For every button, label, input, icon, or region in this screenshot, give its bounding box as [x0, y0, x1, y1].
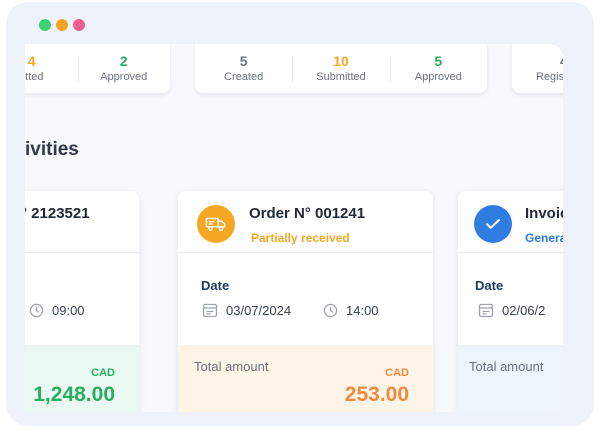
status-badge: Genera [525, 231, 563, 245]
card-title: Invoic [525, 205, 563, 222]
card-date: 03/07/2024 [202, 303, 291, 318]
stats-group-3: 4 Regis [512, 44, 563, 93]
card-header: ° 2123521 [25, 191, 139, 253]
total-label: Total amount [469, 359, 544, 374]
card-time: 14:00 [323, 303, 379, 318]
window-controls [39, 19, 85, 31]
card-header: Invoic Genera [458, 191, 563, 253]
activity-card-order[interactable]: Order N° 001241 Partially received Date … [178, 191, 433, 412]
card-date: 02/06/2 [478, 303, 545, 318]
card-amount: 1,248.00 [33, 383, 115, 406]
card-currency: CAD [91, 367, 115, 379]
card-title: Order N° 001241 [249, 205, 366, 222]
card-footer: Total amount CAD 253.00 [178, 345, 433, 412]
card-title: ° 2123521 [25, 205, 90, 222]
card-header: Order N° 001241 Partially received [178, 191, 433, 253]
card-footer: Total amount [458, 345, 563, 412]
stats-group-1: 4 mitted 2 Approved [25, 44, 170, 93]
section-title: ivities [25, 139, 79, 160]
date-label: Date [475, 278, 504, 293]
stat-submitted[interactable]: 4 mitted [25, 52, 78, 85]
status-badge: Partially received [251, 231, 350, 245]
card-amount: 253.00 [344, 383, 409, 406]
calendar-icon [202, 303, 218, 318]
pink-dot-icon[interactable] [73, 19, 85, 31]
activity-card-invoice[interactable]: Invoic Genera Date 02/06/2 Total amount [458, 191, 563, 412]
stat-created[interactable]: 5 Created [195, 52, 292, 85]
truck-icon [197, 205, 235, 243]
stat-submitted[interactable]: 10 Submitted [292, 52, 389, 85]
card-currency: CAD [385, 367, 409, 379]
stat-approved[interactable]: 5 Approved [389, 52, 487, 85]
date-label: Date [201, 278, 230, 293]
stat-registered[interactable]: 4 Regis [512, 52, 563, 85]
orange-dot-icon[interactable] [56, 19, 68, 31]
app-window: 4 mitted 2 Approved 5 Created 10 Submitt… [25, 44, 563, 412]
clock-icon [323, 303, 338, 318]
stat-approved[interactable]: 2 Approved [77, 52, 171, 85]
total-label: Total amount [194, 359, 269, 374]
green-dot-icon[interactable] [39, 19, 51, 31]
calendar-icon [478, 303, 494, 318]
card-footer: CAD 1,248.00 [25, 345, 139, 412]
stats-group-2: 5 Created 10 Submitted 5 Approved [195, 44, 487, 93]
activity-card-1[interactable]: ° 2123521 09:00 CAD 1,248.00 [25, 191, 139, 412]
card-time: 09:00 [29, 303, 85, 318]
check-icon [474, 205, 512, 243]
clock-icon [29, 303, 44, 318]
